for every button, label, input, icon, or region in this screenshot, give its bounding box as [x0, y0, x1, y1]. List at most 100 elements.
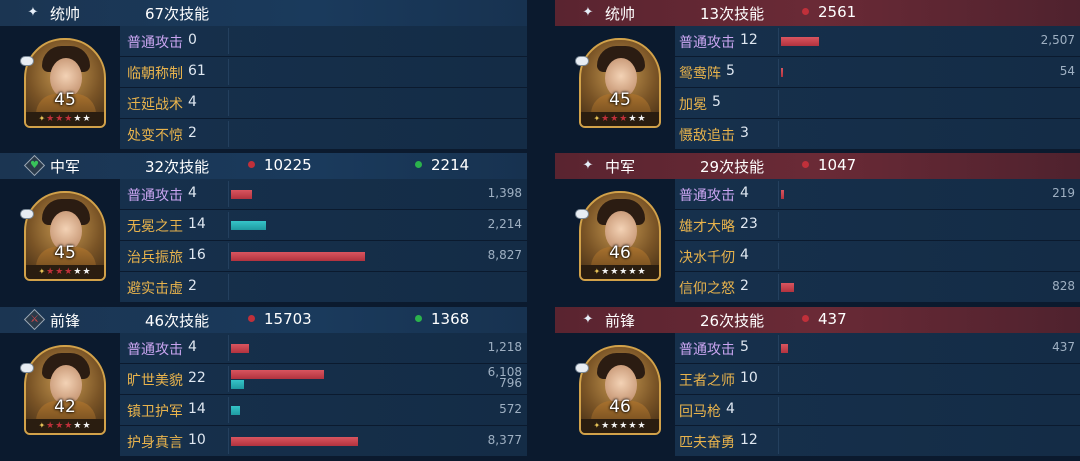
star-rating-icon: ✦★★★★★	[26, 112, 104, 126]
section-2: ⚔ 前锋 46次技能 15703 1368 42 ✦★★★★★ 普通攻击 4 1,218 旷世美貌 2…	[0, 307, 527, 457]
skill-count: 46次技能	[145, 312, 210, 330]
skill-row: 慑敌追击 3	[675, 119, 1080, 150]
damage-value: 2561	[818, 3, 857, 21]
skill-count: 13次技能	[700, 5, 765, 23]
skill-use-count: 2	[740, 278, 749, 294]
skill-name: 普通攻击	[679, 342, 735, 358]
heal-value: 796	[499, 376, 522, 390]
skill-row: 治兵振旅 16 8,827	[120, 241, 527, 272]
hero-portrait[interactable]: 45 ✦★★★★★	[579, 38, 661, 128]
skill-row: 决水千仞 4	[675, 241, 1080, 272]
skill-name: 迁延战术	[127, 97, 183, 113]
bar-track-divider	[228, 212, 229, 238]
hero-portrait[interactable]: 46 ✦★★★★★	[579, 345, 661, 435]
bar-track-divider	[778, 121, 779, 147]
heal-bar	[231, 380, 244, 389]
damage-bar	[231, 437, 358, 446]
role-label: 中军	[50, 158, 81, 176]
damage-bar	[781, 68, 783, 77]
skill-use-count: 4	[188, 185, 197, 201]
bar-track-divider	[228, 366, 229, 392]
skill-name: 普通攻击	[127, 342, 183, 358]
section-header: ✦ 前锋 26次技能 437	[555, 307, 1080, 333]
skill-use-count: 4	[188, 94, 197, 110]
heal-dot-icon	[415, 161, 422, 168]
damage-value: 8,377	[487, 433, 522, 447]
skill-use-count: 5	[740, 339, 749, 355]
damage-value: 8,827	[487, 248, 522, 262]
skill-name: 匹夫奋勇	[679, 435, 735, 451]
role-label: 统帅	[605, 5, 636, 23]
star-rating-icon: ✦★★★★★	[26, 419, 104, 433]
damage-total: 10225	[248, 156, 312, 174]
hero-level: 46	[609, 243, 631, 263]
damage-dot-icon	[248, 161, 255, 168]
skill-row: 镇卫护军 14 572	[120, 395, 527, 426]
section-2: ✦ 前锋 26次技能 437 46 ✦★★★★★ 普通攻击 5 437 王者之师 10 回马枪 4 匹夫奋…	[555, 307, 1080, 457]
heal-value: 572	[499, 402, 522, 416]
bar-track-divider	[228, 90, 229, 116]
hero-level: 45	[54, 90, 76, 110]
bar-track-divider	[228, 59, 229, 85]
skill-row: 普通攻击 0	[120, 26, 527, 57]
section-1: ✦ 中军 29次技能 1047 46 ✦★★★★★ 普通攻击 4 219 雄才大略 23 决水千仞 4 信…	[555, 153, 1080, 303]
bar-track-divider	[778, 366, 779, 392]
hero-level: 45	[609, 90, 631, 110]
section-header: ✦ 统帅 67次技能	[0, 0, 527, 26]
skill-row: 临朝称制 61	[120, 57, 527, 88]
skill-use-count: 4	[188, 339, 197, 355]
damage-value: 437	[1052, 340, 1075, 354]
skill-row: 护身真言 10 8,377	[120, 426, 527, 457]
damage-bar	[231, 344, 249, 353]
section-header: ♥ 中军 32次技能 10225 2214	[0, 153, 527, 179]
bar-track-divider	[228, 28, 229, 54]
star-rating-icon: ✦★★★★★	[581, 112, 659, 126]
role-label: 统帅	[50, 5, 81, 23]
skill-count: 26次技能	[700, 312, 765, 330]
skill-name: 加冕	[679, 97, 707, 113]
skill-use-count: 4	[726, 401, 735, 417]
skill-name: 决水千仞	[679, 250, 735, 266]
bar-track-divider	[778, 90, 779, 116]
skill-name: 王者之师	[679, 373, 735, 389]
skill-use-count: 4	[740, 185, 749, 201]
star-rating-icon: ✦★★★★★	[581, 265, 659, 279]
skill-use-count: 0	[188, 32, 197, 48]
section-header: ⚔ 前锋 46次技能 15703 1368	[0, 307, 527, 333]
skill-use-count: 2	[188, 278, 197, 294]
bar-track-divider	[228, 181, 229, 207]
skill-use-count: 12	[740, 432, 758, 448]
role-label: 中军	[605, 158, 636, 176]
star-rating-icon: ✦★★★★★	[581, 419, 659, 433]
skill-row: 普通攻击 5 437	[675, 333, 1080, 364]
skill-row: 普通攻击 4 1,218	[120, 333, 527, 364]
skill-name: 避实击虚	[127, 281, 183, 297]
hero-portrait[interactable]: 46 ✦★★★★★	[579, 191, 661, 281]
star-icon: ✦	[27, 4, 39, 20]
skill-use-count: 5	[712, 94, 721, 110]
heal-dot-icon	[415, 315, 422, 322]
skill-list: 普通攻击 4 1,218 旷世美貌 22 6,108 796 镇卫护军 14 572 护身真言 10 8…	[120, 333, 527, 457]
damage-dot-icon	[802, 315, 809, 322]
star-rating-icon: ✦★★★★★	[26, 265, 104, 279]
skill-use-count: 10	[740, 370, 758, 386]
heal-bar	[231, 221, 266, 230]
skill-name: 处变不惊	[127, 128, 183, 144]
skill-use-count: 22	[188, 370, 206, 386]
damage-dot-icon	[802, 8, 809, 15]
skill-list: 普通攻击 12 2,507 鸳鸯阵 5 54 加冕 5 慑敌追击 3	[675, 26, 1080, 150]
bar-track-divider	[778, 59, 779, 85]
skill-use-count: 12	[740, 32, 758, 48]
skill-name: 普通攻击	[679, 35, 735, 51]
bar-track-divider	[778, 212, 779, 238]
hero-portrait[interactable]: 45 ✦★★★★★	[24, 191, 106, 281]
skill-row: 普通攻击 12 2,507	[675, 26, 1080, 57]
hero-portrait[interactable]: 42 ✦★★★★★	[24, 345, 106, 435]
unit-type-icon	[20, 363, 34, 373]
hero-portrait[interactable]: 45 ✦★★★★★	[24, 38, 106, 128]
skill-row: 回马枪 4	[675, 395, 1080, 426]
skill-count: 67次技能	[145, 5, 210, 23]
skill-name: 临朝称制	[127, 66, 183, 82]
damage-value: 2,507	[1040, 33, 1075, 47]
section-0: ✦ 统帅 67次技能 45 ✦★★★★★ 普通攻击 0 临朝称制 61 迁延战术 4 处变不惊 2	[0, 0, 527, 150]
